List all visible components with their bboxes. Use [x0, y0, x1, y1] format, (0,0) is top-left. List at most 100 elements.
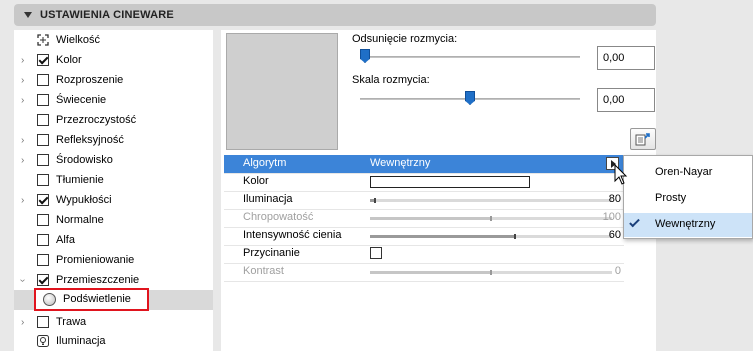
shadow-slider[interactable]: [370, 234, 612, 239]
tree-item-lighting[interactable]: Iluminacja: [14, 331, 213, 351]
checkbox[interactable]: [37, 194, 49, 206]
param-value: 0: [614, 265, 621, 277]
tree-item-label: Promieniowanie: [56, 254, 135, 266]
chevron-right-icon[interactable]: ›: [21, 75, 24, 86]
option-label: Oren-Nayar: [655, 166, 713, 178]
checkbox[interactable]: [37, 254, 49, 266]
export-icon: [635, 133, 650, 146]
param-label: Przycinanie: [243, 247, 300, 259]
divider: [224, 281, 624, 282]
checkbox[interactable]: [37, 74, 49, 86]
chevron-right-icon[interactable]: ›: [21, 135, 24, 146]
checkbox[interactable]: [37, 114, 49, 126]
tree-item-label: Wypukłości: [56, 194, 112, 206]
param-value: 60: [608, 229, 621, 241]
chevron-down-icon[interactable]: ›: [17, 278, 28, 281]
param-value: 80: [608, 193, 621, 205]
dropdown-option[interactable]: Oren-Nayar: [624, 161, 752, 185]
tree-item-label: Iluminacja: [56, 335, 106, 347]
checkbox[interactable]: [37, 316, 49, 328]
tree-item-label: Przezroczystość: [56, 114, 137, 126]
sphere-icon: [43, 293, 56, 306]
highlight-box[interactable]: Podświetlenie: [34, 288, 149, 311]
material-preview: [226, 33, 338, 150]
tree-item-environment[interactable]: › Środowisko: [14, 150, 213, 170]
chevron-right-icon[interactable]: ›: [21, 155, 24, 166]
param-row-clipping[interactable]: Przycinanie: [224, 245, 624, 263]
chevron-right-icon[interactable]: ›: [21, 55, 24, 66]
tree-item-label: Podświetlenie: [63, 293, 131, 305]
option-label: Wewnętrzny: [655, 218, 716, 230]
tree-item-fog[interactable]: Tłumienie: [14, 170, 213, 190]
tree-item-size[interactable]: Wielkość: [14, 30, 213, 50]
contrast-slider: [370, 270, 612, 275]
param-value: Wewnętrzny: [370, 157, 431, 169]
color-swatch[interactable]: [370, 176, 530, 188]
dropdown-option[interactable]: Prosty: [624, 187, 752, 211]
param-label: Chropowatość: [243, 211, 314, 223]
checkbox[interactable]: [37, 234, 49, 246]
param-label: Kontrast: [243, 265, 284, 277]
option-label: Prosty: [655, 192, 687, 204]
param-row-illumination[interactable]: Iluminacja 80: [224, 191, 624, 209]
blur-offset-field[interactable]: 0,00: [597, 46, 655, 70]
param-row-contrast: Kontrast 0: [224, 263, 624, 281]
tree-item-label: Świecenie: [56, 94, 107, 106]
dropdown-option-selected[interactable]: Wewnętrzny: [624, 213, 752, 237]
section-title: USTAWIENIA CINEWARE: [40, 9, 174, 21]
bulb-icon: [36, 334, 50, 348]
roughness-slider: [370, 216, 612, 221]
section-header[interactable]: USTAWIENIA CINEWARE: [14, 4, 656, 26]
tree-item-displacement[interactable]: › Przemieszczenie: [14, 270, 213, 290]
tree-item-label: Kolor: [56, 54, 82, 66]
param-row-shadow[interactable]: Intensywność cienia 60: [224, 227, 624, 245]
param-row-color[interactable]: Kolor: [224, 173, 624, 191]
checkbox[interactable]: [37, 94, 49, 106]
tree-item-glow[interactable]: Promieniowanie: [14, 250, 213, 270]
checkbox[interactable]: [37, 174, 49, 186]
param-label: Algorytm: [243, 157, 287, 169]
tree-item-luminance[interactable]: › Świecenie: [14, 90, 213, 110]
tree-item-grass[interactable]: › Trawa: [14, 312, 213, 332]
tree-item-label: Normalne: [56, 214, 104, 226]
blur-scale-field[interactable]: 0,00: [597, 88, 655, 112]
checkbox[interactable]: [37, 274, 49, 286]
checkbox[interactable]: [37, 134, 49, 146]
illumination-slider[interactable]: [370, 198, 612, 203]
blur-scale-label: Skala rozmycia:: [352, 74, 430, 86]
blur-offset-label: Odsunięcie rozmycia:: [352, 33, 458, 45]
tree-item-bump[interactable]: › Wypukłości: [14, 190, 213, 210]
tree-item-diffusion[interactable]: › Rozproszenie: [14, 70, 213, 90]
chevron-right-icon[interactable]: ›: [21, 95, 24, 106]
tree-item-reflectance[interactable]: › Refleksyjność: [14, 130, 213, 150]
tree-item-label: Tłumienie: [56, 174, 104, 186]
param-row-algorithm[interactable]: Algorytm Wewnętrzny: [224, 155, 624, 173]
algorithm-dropdown-menu: Oren-Nayar Prosty Wewnętrzny: [623, 155, 753, 239]
blur-offset-track[interactable]: [360, 56, 580, 58]
tree-item-label: Refleksyjność: [56, 134, 124, 146]
param-value: 100: [602, 211, 621, 223]
checkbox[interactable]: [37, 214, 49, 226]
tree-item-normal[interactable]: Normalne: [14, 210, 213, 230]
tree-item-label: Alfa: [56, 234, 75, 246]
tree-item-alpha[interactable]: Alfa: [14, 230, 213, 250]
clipping-checkbox[interactable]: [370, 247, 382, 259]
collapse-triangle-icon[interactable]: [24, 12, 32, 18]
export-button[interactable]: [630, 128, 656, 150]
mouse-cursor-icon: [614, 164, 628, 185]
tree-item-color[interactable]: › Kolor: [14, 50, 213, 70]
param-label: Intensywność cienia: [243, 229, 342, 241]
chevron-right-icon[interactable]: ›: [21, 317, 24, 328]
tree-item-label: Rozproszenie: [56, 74, 124, 86]
tree-item-label: Środowisko: [56, 154, 113, 166]
tree-item-label: Trawa: [56, 316, 87, 328]
tree-item-transparency[interactable]: Przezroczystość: [14, 110, 213, 130]
chevron-right-icon[interactable]: ›: [21, 195, 24, 206]
checkbox[interactable]: [37, 154, 49, 166]
tree-item-label: Przemieszczenie: [56, 274, 140, 286]
param-label: Iluminacja: [243, 193, 293, 205]
checkmark-icon: [629, 216, 640, 228]
resize-icon: [36, 33, 50, 47]
checkbox[interactable]: [37, 54, 49, 66]
param-row-roughness: Chropowatość 100: [224, 209, 624, 227]
